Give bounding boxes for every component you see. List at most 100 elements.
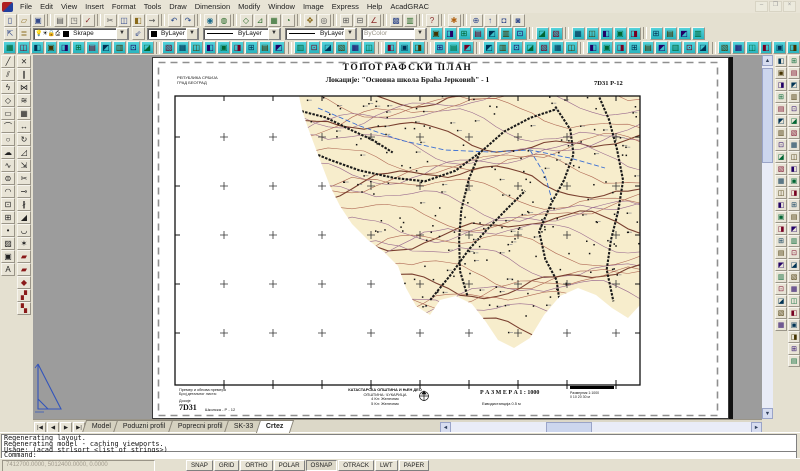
grac-tool-icon[interactable]: ◨ bbox=[444, 27, 457, 40]
3d-orbit-icon[interactable]: ◔ bbox=[282, 14, 295, 27]
text-icon[interactable]: A bbox=[1, 263, 15, 276]
grac-tool-icon[interactable]: ▣ bbox=[788, 175, 800, 187]
status-toggle-grid[interactable]: GRID bbox=[214, 460, 239, 471]
grac-tool-icon[interactable]: ▥ bbox=[788, 235, 800, 247]
ellipse-icon[interactable]: ⊜ bbox=[1, 172, 15, 185]
menu-modify[interactable]: Modify bbox=[234, 1, 264, 13]
menu-draw[interactable]: Draw bbox=[165, 1, 191, 13]
grac-tool-icon[interactable]: ▦ bbox=[788, 283, 800, 295]
ellipse-arc-icon[interactable]: ◠ bbox=[1, 185, 15, 198]
status-toggle-osnap[interactable]: OSNAP bbox=[306, 460, 338, 471]
status-toggle-otrack[interactable]: OTRACK bbox=[338, 460, 374, 471]
grac-tool-icon[interactable]: ◩ bbox=[775, 115, 787, 127]
color-combo-arrow[interactable]: ▼ bbox=[186, 28, 198, 40]
grac-tool-icon[interactable]: ◩ bbox=[483, 41, 496, 54]
grac-edit-4-icon[interactable]: ▞ bbox=[17, 289, 31, 302]
grac-tool-icon[interactable]: ▣ bbox=[775, 211, 787, 223]
scale-icon[interactable]: ◿ bbox=[17, 146, 31, 159]
grac-tool-icon[interactable]: ⊞ bbox=[788, 199, 800, 211]
grac-tool-icon[interactable]: ⊞ bbox=[788, 55, 800, 67]
status-toggle-ortho[interactable]: ORTHO bbox=[240, 460, 272, 471]
vertical-scrollbar[interactable]: ▲ ▼ bbox=[762, 55, 773, 419]
open-icon[interactable]: ▱ bbox=[18, 14, 31, 27]
grac-tool-icon[interactable]: ◧ bbox=[788, 163, 800, 175]
grac-tool-icon[interactable]: ◫ bbox=[363, 41, 376, 54]
grac-edit-3-icon[interactable]: ◆ bbox=[17, 276, 31, 289]
menu-format[interactable]: Format bbox=[108, 1, 140, 13]
grac-tool-icon[interactable]: ▧ bbox=[775, 307, 787, 319]
circle-icon[interactable]: ○ bbox=[1, 133, 15, 146]
linetype-combo-arrow[interactable]: ▼ bbox=[268, 28, 280, 40]
grac-tool-icon[interactable]: ◧ bbox=[775, 199, 787, 211]
grac-tool-icon[interactable]: ⊡ bbox=[775, 283, 787, 295]
cut-icon[interactable]: ✂ bbox=[104, 14, 117, 27]
grac-tool-icon[interactable]: ⊡ bbox=[308, 41, 321, 54]
grac-tool-icon[interactable]: ⊞ bbox=[434, 41, 447, 54]
grac-tool-icon[interactable]: ▦ bbox=[176, 41, 189, 54]
construction-line-icon[interactable]: ⫽ bbox=[1, 68, 15, 81]
new-icon[interactable]: ▯ bbox=[4, 14, 17, 27]
grac-tool-icon[interactable]: ▣ bbox=[788, 319, 800, 331]
grac-tool-icon[interactable]: ▧ bbox=[538, 41, 551, 54]
hatch-icon[interactable]: ▨ bbox=[1, 237, 15, 250]
grac-tool-icon[interactable]: ⊡ bbox=[788, 247, 800, 259]
menu-acadgrac[interactable]: AcadGRAC bbox=[386, 1, 433, 13]
mirror-icon[interactable]: ⋈ bbox=[17, 81, 31, 94]
grac-tool-icon[interactable]: ▤ bbox=[472, 27, 485, 40]
grac-tool-icon[interactable]: ▧ bbox=[788, 271, 800, 283]
grac-tool-icon[interactable]: ◧ bbox=[31, 41, 44, 54]
undo-icon[interactable]: ↶ bbox=[168, 14, 181, 27]
lock-objects-icon[interactable]: ◘ bbox=[498, 14, 511, 27]
stretch-icon[interactable]: ⇲ bbox=[17, 159, 31, 172]
layer-combo[interactable]: 💡☀🔒⎙ Skrape ▼ bbox=[33, 28, 129, 40]
spline-icon[interactable]: ∿ bbox=[1, 159, 15, 172]
grac-tool-icon[interactable]: ◨ bbox=[412, 41, 425, 54]
grac-tool-icon[interactable]: ◪ bbox=[697, 41, 710, 54]
point-filter-icon[interactable]: ⊕ bbox=[470, 14, 483, 27]
tracking-icon[interactable]: ↑ bbox=[484, 14, 497, 27]
paste-icon[interactable]: ◧ bbox=[132, 14, 145, 27]
grac-tool-icon[interactable]: ◪ bbox=[321, 41, 334, 54]
insert-block-icon[interactable]: ⊡ bbox=[1, 198, 15, 211]
grac-tool-icon[interactable]: ▧ bbox=[162, 41, 175, 54]
grac-tool-icon[interactable]: ▤ bbox=[642, 41, 655, 54]
grac-tool-icon[interactable]: ◫ bbox=[565, 41, 578, 54]
layer-combo-arrow[interactable]: ▼ bbox=[116, 28, 128, 40]
hscroll-right-arrow[interactable]: ► bbox=[751, 422, 762, 433]
spell-check-icon[interactable]: ✓ bbox=[82, 14, 95, 27]
grac-tool-icon[interactable]: ▤ bbox=[259, 41, 272, 54]
grac-tool-icon[interactable]: ▦ bbox=[3, 41, 16, 54]
grac-tool-icon[interactable]: ⊞ bbox=[650, 27, 663, 40]
grac-tool-icon[interactable]: ▤ bbox=[447, 41, 460, 54]
grac-tool-icon[interactable]: ◩ bbox=[775, 259, 787, 271]
zoom-previous-icon[interactable]: ⊟ bbox=[354, 14, 367, 27]
grac-tool-icon[interactable]: ◪ bbox=[524, 41, 537, 54]
grac-edit-2-icon[interactable]: ▰ bbox=[17, 263, 31, 276]
grac-tool-icon[interactable]: ▣ bbox=[430, 27, 443, 40]
minimize-window-button[interactable]: – bbox=[755, 1, 768, 12]
color-combo[interactable]: ByLayer ▼ bbox=[147, 28, 199, 40]
print-preview-icon[interactable]: ◳ bbox=[68, 14, 81, 27]
offset-icon[interactable]: ≋ bbox=[17, 94, 31, 107]
grac-tool-icon[interactable]: ⊞ bbox=[788, 343, 800, 355]
grac-tool-icon[interactable]: ▧ bbox=[718, 41, 731, 54]
grac-tool-icon[interactable]: ◩ bbox=[461, 41, 474, 54]
grac-tool-icon[interactable]: ▥ bbox=[496, 41, 509, 54]
break-icon[interactable]: ∦ bbox=[17, 198, 31, 211]
grac-tool-icon[interactable]: ◪ bbox=[536, 27, 549, 40]
status-toggle-polar[interactable]: POLAR bbox=[274, 460, 305, 471]
grac-tool-icon[interactable]: ◧ bbox=[204, 41, 217, 54]
grac-tool-icon[interactable]: ⊡ bbox=[788, 103, 800, 115]
rectangle-icon[interactable]: ▭ bbox=[1, 107, 15, 120]
copy-clip-icon[interactable]: ◫ bbox=[118, 14, 131, 27]
express-tool-icon[interactable]: ✱ bbox=[448, 14, 461, 27]
grac-tool-icon[interactable]: ◨ bbox=[788, 331, 800, 343]
grac-tool-icon[interactable]: ◪ bbox=[788, 259, 800, 271]
grac-tool-icon[interactable]: ◩ bbox=[100, 41, 113, 54]
rotate-icon[interactable]: ↻ bbox=[17, 133, 31, 146]
line-icon[interactable]: ╱ bbox=[1, 55, 15, 68]
status-toggle-paper[interactable]: PAPER bbox=[399, 460, 430, 471]
grac-tool-icon[interactable]: ▥ bbox=[775, 127, 787, 139]
trim-icon[interactable]: ✂ bbox=[17, 172, 31, 185]
grac-tool-icon[interactable]: ▦ bbox=[349, 41, 362, 54]
